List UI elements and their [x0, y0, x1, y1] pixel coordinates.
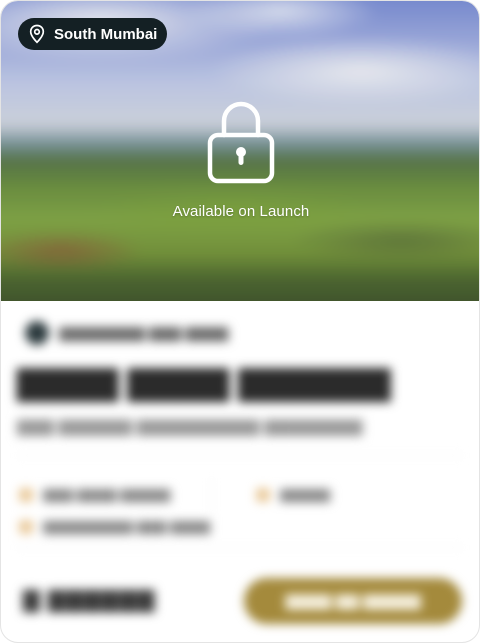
- developer-avatar: [25, 321, 49, 345]
- price: ▇ ▇▇▇▇▇▇: [23, 587, 156, 612]
- divider: [17, 455, 463, 456]
- property-subtitle: ▇▇▇ ▇▇▇▇▇▇ ▇▇▇▇▇▇▇▇▇▇ ▇▇▇▇▇▇▇▇: [17, 419, 363, 436]
- map-pin-icon: [28, 24, 46, 44]
- feature-item: ▇▇▇ ▇▇▇▇ ▇▇▇▇▇: [19, 487, 170, 503]
- feature-item: ▇▇▇▇▇: [256, 487, 330, 503]
- locked-details: ▇▇▇▇▇▇▇▇ ▇▇▇ ▇▇▇▇ ▇▇▇▇ ▇▇▇▇ ▇▇▇▇▇▇ ▇▇▇ ▇…: [1, 301, 479, 642]
- location-badge: South Mumbai: [18, 18, 168, 50]
- availability-status: Available on Launch: [172, 203, 310, 220]
- feature-icon: [19, 520, 33, 534]
- developer-row: ▇▇▇▇▇▇▇▇ ▇▇▇ ▇▇▇▇: [25, 321, 228, 345]
- property-card[interactable]: South Mumbai Available on Launch ▇▇▇▇▇▇▇…: [0, 0, 480, 643]
- feature-icon: [256, 488, 270, 502]
- padlock-icon: [206, 97, 276, 187]
- location-label: South Mumbai: [54, 25, 158, 43]
- property-image: South Mumbai Available on Launch: [1, 1, 479, 301]
- feature-item: ▇▇▇▇▇▇▇▇▇ ▇▇▇ ▇▇▇▇: [19, 519, 210, 535]
- divider: [17, 547, 463, 548]
- property-title: ▇▇▇▇ ▇▇▇▇ ▇▇▇▇▇▇: [17, 364, 391, 401]
- divider: [211, 479, 212, 513]
- feature-icon: [19, 488, 33, 502]
- developer-name: ▇▇▇▇▇▇▇▇ ▇▇▇ ▇▇▇▇: [59, 324, 229, 341]
- cta-button[interactable]: ▇▇▇▇ ▇▇ ▇▇▇▇▇: [244, 578, 462, 624]
